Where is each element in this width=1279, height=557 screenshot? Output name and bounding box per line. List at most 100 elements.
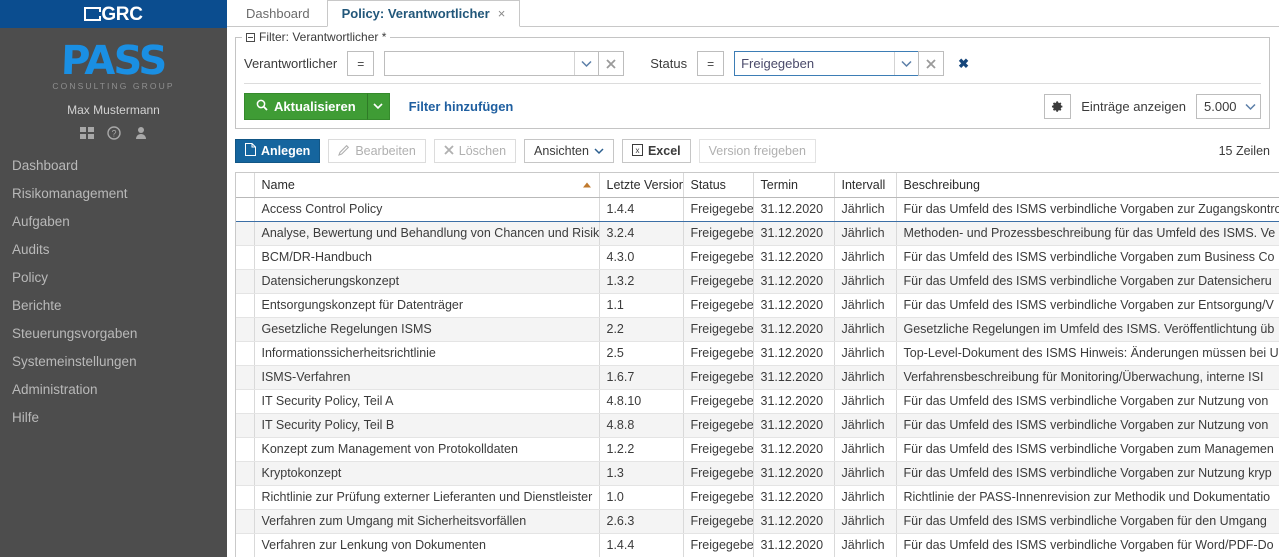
cell-version: 3.2.4	[599, 221, 684, 246]
row-select-cell[interactable]	[236, 389, 255, 414]
cell-version: 2.6.3	[599, 509, 684, 534]
row-select-cell[interactable]	[236, 533, 255, 557]
grc-logo-text: GRC	[101, 3, 143, 25]
tab-strip: Dashboard Policy: Verantwortlicher ×	[227, 0, 1279, 27]
column-label: Letzte Version	[606, 177, 683, 192]
release-version-label: Version freigeben	[708, 144, 806, 158]
column-header-beschreibung[interactable]: Beschreibung	[896, 173, 1279, 198]
row-select-cell[interactable]	[236, 509, 255, 534]
clear-icon-status[interactable]	[918, 51, 945, 76]
refresh-dropdown-button[interactable]	[366, 93, 390, 120]
chevron-down-icon[interactable]	[1240, 95, 1260, 118]
cell-intervall: Jährlich	[834, 461, 897, 486]
collapse-icon[interactable]	[246, 32, 255, 42]
row-select-cell[interactable]	[236, 221, 255, 246]
cell-status: Freigegeben	[683, 413, 754, 438]
table-row[interactable]: Informationssicherheitsrichtlinie 2.5 Frei…	[236, 341, 1279, 366]
row-select-cell[interactable]	[236, 269, 255, 294]
table-header-row: Name Letzte Version Status Termin Interv…	[236, 173, 1279, 198]
sidebar-item-berichte[interactable]: Berichte	[0, 292, 227, 320]
row-select-cell[interactable]	[236, 293, 255, 318]
cell-version: 1.4.4	[599, 533, 684, 557]
table-row[interactable]: Kryptokonzept1.3Freigegeben31.12.2020Jäh…	[236, 461, 1279, 486]
table-row[interactable]: Verfahren zum Umgang mit Sicherheitsvorf…	[236, 509, 1279, 534]
chevron-down-icon[interactable]	[894, 52, 918, 75]
row-select-cell[interactable]	[236, 461, 255, 486]
cell-status: Freigegeben	[683, 269, 754, 294]
refresh-button[interactable]: Aktualisieren	[244, 93, 368, 120]
delete-button[interactable]: Löschen	[433, 139, 517, 163]
sidebar-item-hilfe[interactable]: Hilfe	[0, 404, 227, 432]
row-select-cell[interactable]	[236, 197, 255, 222]
row-select-cell[interactable]	[236, 317, 255, 342]
table-row[interactable]: Datensicherungskonzept1.3.2Freigegeben31…	[236, 269, 1279, 294]
sidebar-item-audits[interactable]: Audits	[0, 236, 227, 264]
table-row[interactable]: Analyse, Bewertung und Behandlung von Ch…	[236, 221, 1279, 246]
table-row[interactable]: ISMS-Verfahren1.6.7Freigegeben31.12.2020…	[236, 365, 1279, 390]
sort-ascending-icon	[582, 182, 591, 188]
remove-filter-icon[interactable]: ✖	[958, 56, 969, 72]
apps-grid-icon[interactable]	[79, 126, 94, 140]
cell-beschreibung: Für das Umfeld des ISMS verbindliche Vor…	[896, 509, 1279, 534]
cell-intervall: Jährlich	[834, 389, 897, 414]
views-button[interactable]: Ansichten	[524, 139, 614, 163]
data-table-container[interactable]: Name Letzte Version Status Termin Interv…	[235, 172, 1279, 557]
table-row[interactable]: Entsorgungskonzept für Datenträger 1.1 Fre…	[236, 293, 1279, 318]
help-icon[interactable]: ?	[106, 126, 121, 140]
sidebar-item-aufgaben[interactable]: Aufgaben	[0, 208, 227, 236]
gear-icon[interactable]	[1044, 94, 1072, 119]
create-button[interactable]: Anlegen	[235, 139, 321, 163]
tab-dashboard[interactable]: Dashboard	[231, 0, 325, 26]
cell-intervall: Jährlich	[834, 437, 897, 462]
column-header-termin[interactable]: Termin	[753, 173, 835, 198]
table-row[interactable]: BCM/DR-Handbuch4.3.0Freigegeben31.12.202…	[236, 245, 1279, 270]
column-header-name[interactable]: Name	[254, 173, 600, 198]
tab-policy-verantwortlicher[interactable]: Policy: Verantwortlicher ×	[326, 0, 521, 27]
user-icon[interactable]	[134, 126, 148, 140]
entries-select[interactable]: 5.000	[1196, 94, 1261, 119]
filter-input-status[interactable]	[735, 52, 895, 75]
row-select-cell[interactable]	[236, 341, 255, 366]
filter-value-verantwortlicher[interactable]	[384, 51, 600, 76]
cross-icon	[444, 144, 454, 158]
row-select-cell[interactable]	[236, 437, 255, 462]
filter-input-verantwortlicher[interactable]	[385, 52, 575, 75]
filter-value-status[interactable]	[734, 51, 920, 76]
select-all-header[interactable]	[236, 173, 255, 198]
sidebar-item-risikomanagement[interactable]: Risikomanagement	[0, 180, 227, 208]
sidebar-item-policy[interactable]: Policy	[0, 264, 227, 292]
edit-button[interactable]: Bearbeiten	[328, 139, 426, 163]
row-select-cell[interactable]	[236, 365, 255, 390]
sidebar-item-systemeinstellungen[interactable]: Systemeinstellungen	[0, 348, 227, 376]
excel-button[interactable]: x Excel	[621, 139, 691, 163]
table-row[interactable]: Access Control Policy1.4.4Freigegeben31.…	[236, 197, 1279, 222]
grc-logo[interactable]: GRC	[84, 3, 143, 25]
cell-termin: 31.12.2020	[753, 437, 835, 462]
close-icon[interactable]: ×	[498, 6, 506, 21]
table-row[interactable]: Konzept zum Management von Protokolldate…	[236, 437, 1279, 462]
filter-operator-verantwortlicher[interactable]: =	[347, 51, 375, 76]
column-header-version[interactable]: Letzte Version	[599, 173, 684, 198]
table-row[interactable]: Gesetzliche Regelungen ISMS2.2Freigegebe…	[236, 317, 1279, 342]
entries-label: Einträge anzeigen	[1081, 99, 1186, 114]
table-row[interactable]: IT Security Policy, Teil B 4.8.8 Freigegeb…	[236, 413, 1279, 438]
cell-name: IT Security Policy, Teil B	[254, 413, 600, 438]
cell-version: 2.2	[599, 317, 684, 342]
cell-beschreibung: Für das Umfeld des ISMS verbindliche Vor…	[896, 533, 1279, 557]
column-header-intervall[interactable]: Intervall	[834, 173, 897, 198]
column-header-status[interactable]: Status	[683, 173, 754, 198]
row-select-cell[interactable]	[236, 485, 255, 510]
table-row[interactable]: IT Security Policy, Teil A 4.8.10 Freigege…	[236, 389, 1279, 414]
table-row[interactable]: Verfahren zur Lenkung von Dokumenten 1.4.…	[236, 533, 1279, 557]
row-select-cell[interactable]	[236, 245, 255, 270]
table-row[interactable]: Richtlinie zur Prüfung externer Lieferan…	[236, 485, 1279, 510]
filter-operator-status[interactable]: =	[697, 51, 725, 76]
chevron-down-icon[interactable]	[574, 52, 598, 75]
sidebar-item-steuerungsvorgaben[interactable]: Steuerungsvorgaben	[0, 320, 227, 348]
row-select-cell[interactable]	[236, 413, 255, 438]
sidebar-item-dashboard[interactable]: Dashboard	[0, 152, 227, 180]
clear-icon-verantwortlicher[interactable]	[598, 51, 625, 76]
release-version-button[interactable]: Version freigeben	[698, 139, 816, 163]
sidebar-item-administration[interactable]: Administration	[0, 376, 227, 404]
add-filter-link[interactable]: Filter hinzufügen	[409, 99, 514, 114]
